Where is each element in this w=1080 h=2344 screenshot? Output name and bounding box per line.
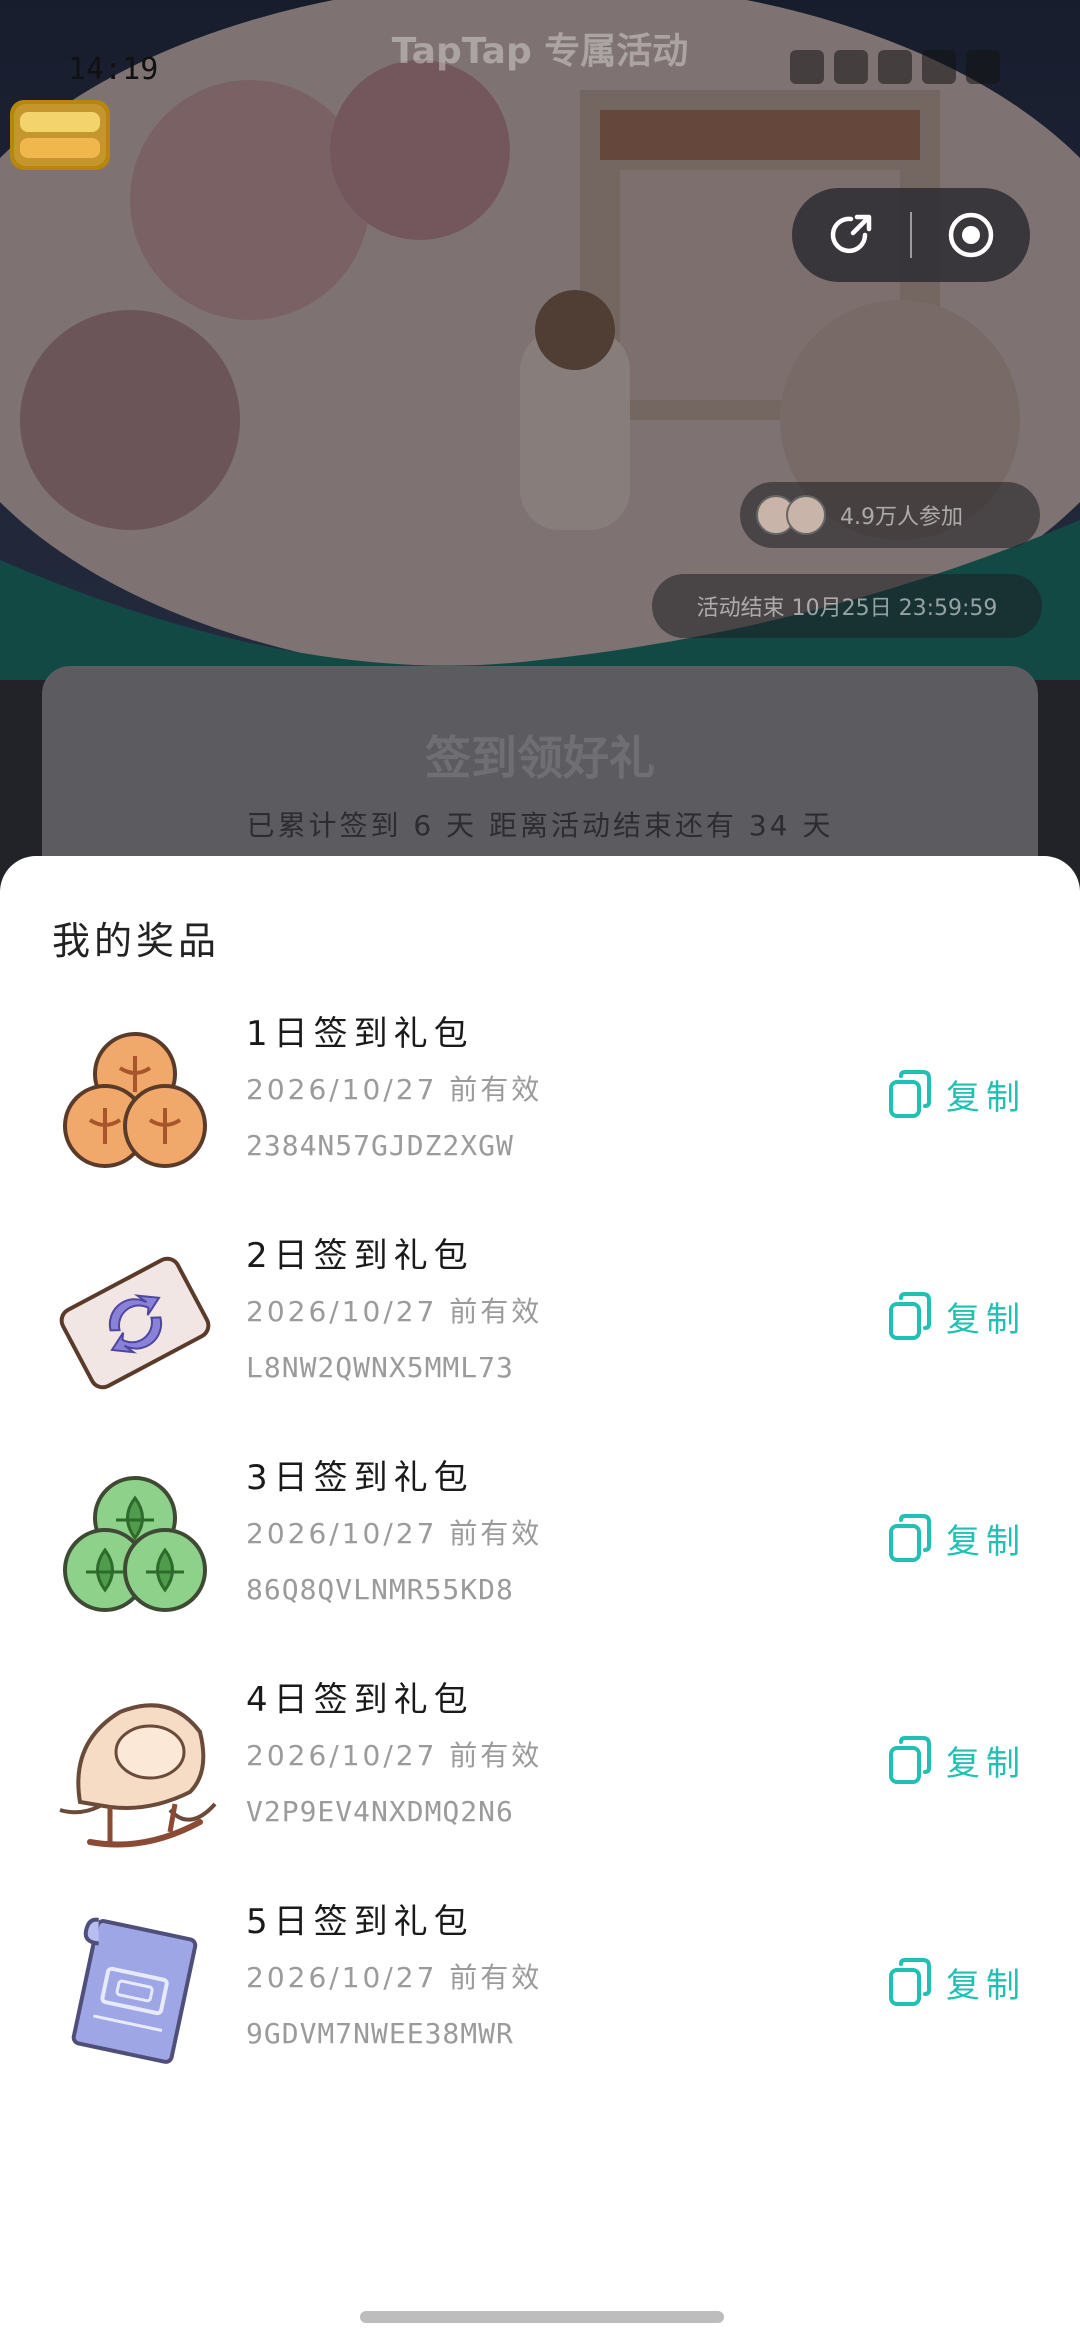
copy-label: 复制 bbox=[946, 1743, 1026, 1784]
copy-label: 复制 bbox=[946, 1965, 1026, 2006]
participants-count: 4.9万人参加 bbox=[840, 505, 963, 530]
blueprint-scroll-icon bbox=[71, 1917, 198, 2064]
sheet-title: 我的奖品 bbox=[52, 919, 221, 963]
prize-name: 2日签到礼包 bbox=[246, 1236, 474, 1276]
prize-code: 86Q8QVLNMR55KD8 bbox=[246, 1573, 514, 1606]
signal-icon bbox=[878, 50, 912, 84]
prize-code: V2P9EV4NXDMQ2N6 bbox=[246, 1795, 514, 1828]
prize-validity: 2026/10/27 前有效 bbox=[246, 1295, 543, 1328]
background-page: 14:19 TapTap 专属活动 4.9万人参加 活动结束 10月25日 23… bbox=[0, 0, 1080, 900]
prize-validity: 2026/10/27 前有效 bbox=[246, 1517, 543, 1550]
copy-label: 复制 bbox=[946, 1077, 1026, 1118]
green-coins-icon bbox=[63, 1476, 207, 1612]
prize-code: L8NW2QWNX5MML73 bbox=[246, 1351, 514, 1384]
my-prizes-sheet: 我的奖品 1日签到礼包 2026/10/27 前有效 2384N57GJDZ2X… bbox=[0, 856, 1080, 2344]
prize-info: 2日签到礼包 2026/10/27 前有效 L8NW2QWNX5MML73 bbox=[246, 1228, 846, 1396]
home-indicator[interactable] bbox=[360, 2311, 724, 2323]
prize-validity: 2026/10/27 前有效 bbox=[246, 1739, 543, 1772]
wifi-icon bbox=[922, 50, 956, 84]
rocking-chair-icon bbox=[59, 1703, 217, 1848]
share-icon bbox=[830, 214, 872, 254]
notification-icon bbox=[790, 50, 824, 84]
prize-item: 1日签到礼包 2026/10/27 前有效 2384N57GJDZ2XGW 复制 bbox=[0, 1006, 1080, 1228]
mini-program-capsule bbox=[792, 188, 1030, 282]
event-end-time: 活动结束 10月25日 23:59:59 bbox=[652, 574, 1042, 638]
copy-button[interactable]: 复制 bbox=[888, 1286, 1026, 1346]
prize-item: 4日签到礼包 2026/10/27 前有效 V2P9EV4NXDMQ2N6 复制 bbox=[0, 1672, 1080, 1894]
battery-icon bbox=[966, 50, 1000, 84]
close-mini-program-button[interactable] bbox=[912, 188, 1030, 282]
avatar bbox=[786, 495, 826, 535]
record-icon bbox=[948, 212, 994, 258]
copy-button[interactable]: 复制 bbox=[888, 1508, 1026, 1568]
status-bar: 14:19 TapTap 专属活动 bbox=[0, 0, 1080, 120]
copy-icon bbox=[889, 1514, 931, 1562]
prize-info: 4日签到礼包 2026/10/27 前有效 V2P9EV4NXDMQ2N6 bbox=[246, 1672, 846, 1840]
prize-info: 3日签到礼包 2026/10/27 前有效 86Q8QVLNMR55KD8 bbox=[246, 1450, 846, 1618]
copy-icon bbox=[889, 1958, 931, 2006]
prize-list: 1日签到礼包 2026/10/27 前有效 2384N57GJDZ2XGW 复制 bbox=[0, 1006, 1080, 2116]
copy-label: 复制 bbox=[946, 1299, 1026, 1340]
prize-name: 1日签到礼包 bbox=[246, 1014, 474, 1054]
alarm-icon bbox=[834, 50, 868, 84]
copy-button[interactable]: 复制 bbox=[888, 1952, 1026, 2012]
participants-badge: 4.9万人参加 bbox=[740, 482, 1040, 548]
copy-icon bbox=[889, 1292, 931, 1340]
prize-info: 5日签到礼包 2026/10/27 前有效 9GDVM7NWEE38MWR bbox=[246, 1894, 846, 2062]
prize-item: 3日签到礼包 2026/10/27 前有效 86Q8QVLNMR55KD8 复制 bbox=[0, 1450, 1080, 1672]
copy-icon bbox=[889, 1070, 931, 1118]
prize-item: 2日签到礼包 2026/10/27 前有效 L8NW2QWNX5MML73 复制 bbox=[0, 1228, 1080, 1450]
prize-validity: 2026/10/27 前有效 bbox=[246, 1073, 543, 1106]
prize-item: 5日签到礼包 2026/10/27 前有效 9GDVM7NWEE38MWR 复制 bbox=[0, 1894, 1080, 2116]
prize-name: 4日签到礼包 bbox=[246, 1680, 474, 1720]
copy-button[interactable]: 复制 bbox=[888, 1730, 1026, 1790]
copy-button[interactable]: 复制 bbox=[888, 1064, 1026, 1124]
prize-name: 3日签到礼包 bbox=[246, 1458, 474, 1498]
prize-name: 5日签到礼包 bbox=[246, 1902, 474, 1942]
prize-validity: 2026/10/27 前有效 bbox=[246, 1961, 543, 1994]
share-button[interactable] bbox=[792, 188, 910, 282]
status-icons bbox=[790, 50, 1000, 84]
prize-info: 1日签到礼包 2026/10/27 前有效 2384N57GJDZ2XGW bbox=[246, 1006, 846, 1174]
checkin-card-title: 签到领好礼 bbox=[425, 731, 655, 785]
prize-code: 2384N57GJDZ2XGW bbox=[246, 1129, 514, 1162]
checkin-progress-text: 已累计签到 6 天 距离活动结束还有 34 天 bbox=[246, 809, 834, 842]
orange-coins-icon bbox=[63, 1032, 207, 1168]
copy-icon bbox=[889, 1736, 931, 1784]
prize-code: 9GDVM7NWEE38MWR bbox=[246, 2017, 514, 2050]
exchange-ticket-icon bbox=[59, 1256, 211, 1390]
copy-label: 复制 bbox=[946, 1521, 1026, 1562]
